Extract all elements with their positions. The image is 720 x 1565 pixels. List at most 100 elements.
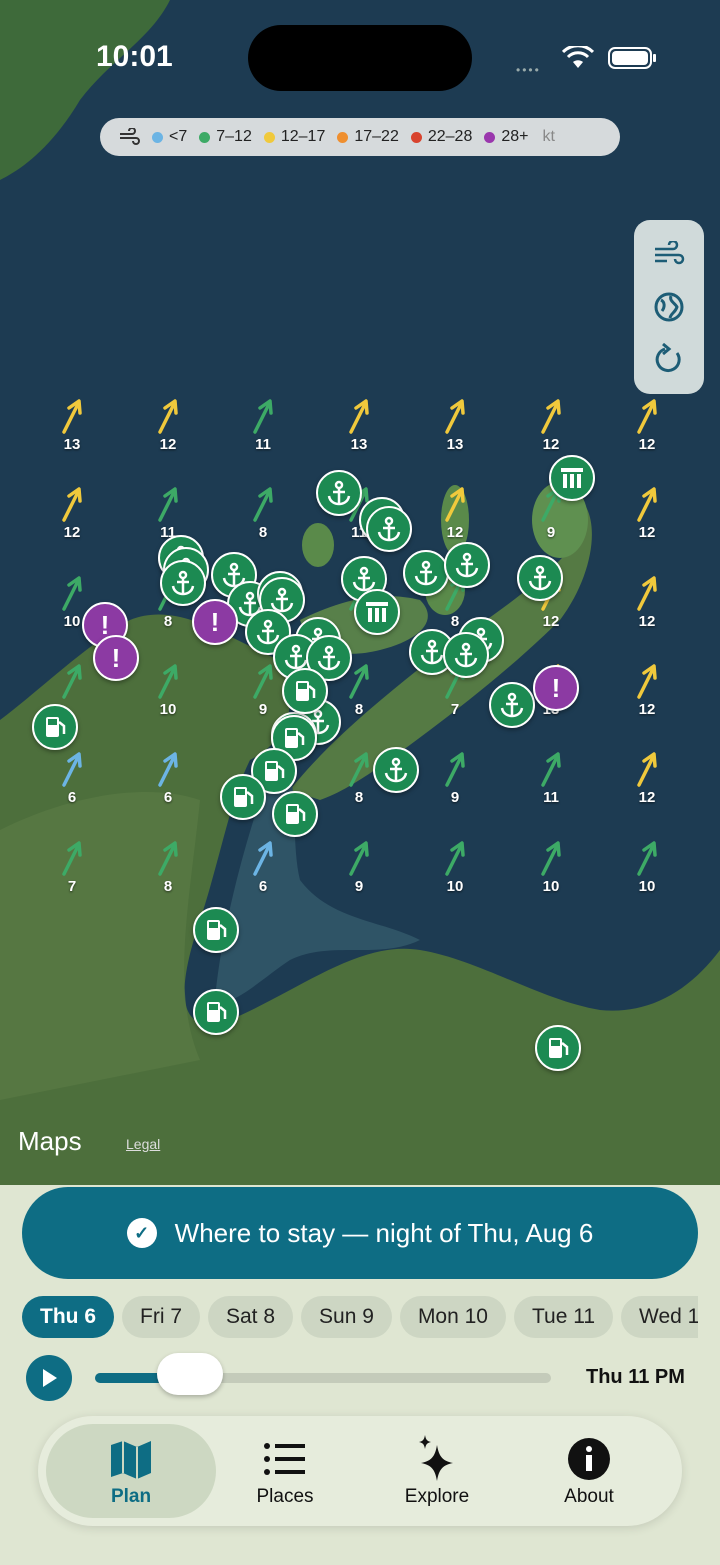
wind-speed-label: 12 (63, 524, 81, 541)
cellular-signal-icon: •••• (516, 63, 541, 77)
anchor-icon[interactable] (517, 555, 563, 601)
wind-speed-label: 12 (542, 613, 560, 630)
wind-speed-label: 12 (638, 789, 656, 806)
anchor-icon[interactable] (373, 747, 419, 793)
wind-arrow: 11 (531, 751, 571, 806)
sparkles-icon (419, 1435, 453, 1481)
dynamic-island (248, 25, 472, 91)
landmark-icon[interactable] (549, 455, 595, 501)
tab-places[interactable]: Places (200, 1424, 370, 1518)
status-time: 10:01 (96, 40, 173, 73)
wind-speed-label: 10 (542, 878, 560, 895)
legend-item: <7 (152, 128, 187, 146)
fuel-pump-icon[interactable] (272, 791, 318, 837)
wind-speed-label: 9 (258, 701, 268, 718)
globe-button[interactable] (650, 288, 688, 326)
tab-places-label: Places (256, 1486, 314, 1507)
wind-speed-label: 8 (258, 524, 268, 541)
where-to-stay-button[interactable]: ✓ Where to stay — night of Thu, Aug 6 (22, 1187, 698, 1279)
legend-label: 28+ (501, 128, 529, 145)
legend-item: 22–28 (410, 128, 473, 146)
tab-plan[interactable]: Plan (46, 1424, 216, 1518)
fuel-pump-icon[interactable] (220, 774, 266, 820)
fuel-pump-icon[interactable] (282, 668, 328, 714)
checkmark-seal-icon: ✓ (126, 1218, 157, 1248)
alert-icon[interactable]: ! (533, 665, 579, 711)
fuel-pump-icon[interactable] (535, 1025, 581, 1071)
wind-speed-label: 10 (638, 878, 656, 895)
anchor-icon[interactable] (443, 632, 489, 678)
wind-icon (655, 241, 685, 265)
play-icon (43, 1369, 57, 1387)
alert-icon[interactable]: ! (93, 635, 139, 681)
day-chip[interactable]: Thu 6 (22, 1296, 114, 1338)
anchor-icon[interactable] (160, 560, 206, 606)
day-chip[interactable]: Tue 11 (513, 1296, 614, 1338)
legend-item: 17–22 (337, 128, 399, 146)
wind-arrow: 6 (243, 840, 283, 895)
day-chip[interactable]: Sat 8 (208, 1296, 294, 1338)
wind-layer-button[interactable] (650, 236, 688, 274)
tab-about[interactable]: About (504, 1424, 674, 1518)
wind-arrow: 13 (52, 398, 92, 453)
wind-arrow: 11 (243, 398, 283, 453)
refresh-icon (655, 343, 681, 373)
landmark-icon[interactable] (354, 589, 400, 635)
legend-label: 22–28 (427, 128, 473, 145)
wifi-icon (562, 46, 594, 68)
wind-speed-label: 13 (446, 436, 464, 453)
legal-link[interactable]: Legal (126, 1136, 160, 1152)
wind-speed-label: 12 (638, 701, 656, 718)
wind-arrow: 8 (339, 751, 379, 806)
wind-speed-label: 12 (638, 613, 656, 630)
tab-about-label: About (564, 1486, 614, 1507)
time-slider[interactable] (95, 1353, 551, 1395)
fuel-pump-icon[interactable] (193, 989, 239, 1035)
alert-icon[interactable]: ! (192, 599, 238, 645)
wind-speed-label: 8 (354, 701, 364, 718)
wind-arrow: 13 (435, 398, 475, 453)
legend-label: 17–22 (354, 128, 399, 145)
anchor-icon[interactable] (444, 542, 490, 588)
wind-arrow: 10 (627, 840, 667, 895)
day-chip[interactable]: Sun 9 (301, 1296, 392, 1338)
legend-item: 12–17 (263, 128, 325, 146)
anchor-icon[interactable] (403, 550, 449, 596)
day-chip[interactable]: Mon 10 (399, 1296, 506, 1338)
wind-icon (120, 128, 140, 145)
wind-speed-label: 11 (255, 436, 271, 453)
anchor-icon[interactable] (366, 506, 412, 552)
anchor-icon[interactable] (316, 470, 362, 516)
wind-arrow: 7 (52, 840, 92, 895)
wind-speed-label: 12 (159, 436, 177, 453)
day-chip[interactable]: Fri 7 (122, 1296, 200, 1338)
wind-speed-label: 13 (350, 436, 368, 453)
fuel-pump-icon[interactable] (193, 907, 239, 953)
wind-speed-label: 12 (638, 524, 656, 541)
time-slider-thumb[interactable] (157, 1353, 223, 1395)
legend-item: 7–12 (199, 128, 252, 146)
wind-speed-label: 7 (450, 701, 460, 718)
wind-arrow (52, 663, 92, 701)
day-chip[interactable]: Wed 12 (621, 1296, 698, 1338)
wind-arrow: 9 (435, 751, 475, 806)
wind-speed-label: 9 (450, 789, 460, 806)
wind-speed-label: 13 (63, 436, 81, 453)
wind-arrow: 12 (627, 663, 667, 718)
globe-icon (654, 292, 684, 322)
anchor-icon[interactable] (489, 682, 535, 728)
wind-arrow: 10 (435, 840, 475, 895)
play-button[interactable] (26, 1355, 72, 1401)
apple-maps-logo: Maps (18, 1126, 82, 1156)
wind-arrow: 12 (627, 575, 667, 630)
satellite-map[interactable]: 10:01 •••• <7 7–12 12–17 17–22 22–28 28+ kt (0, 0, 720, 1190)
fuel-pump-icon[interactable] (32, 704, 78, 750)
wind-arrow: 11 (148, 486, 188, 541)
legend-color-dot (263, 131, 275, 143)
wind-speed-label: 6 (258, 878, 268, 895)
wind-speed-label: 6 (67, 789, 77, 806)
tab-explore[interactable]: Explore (352, 1424, 522, 1518)
refresh-button[interactable] (650, 340, 688, 378)
wind-speed-label: 8 (354, 789, 364, 806)
wind-arrow: 10 (148, 663, 188, 718)
